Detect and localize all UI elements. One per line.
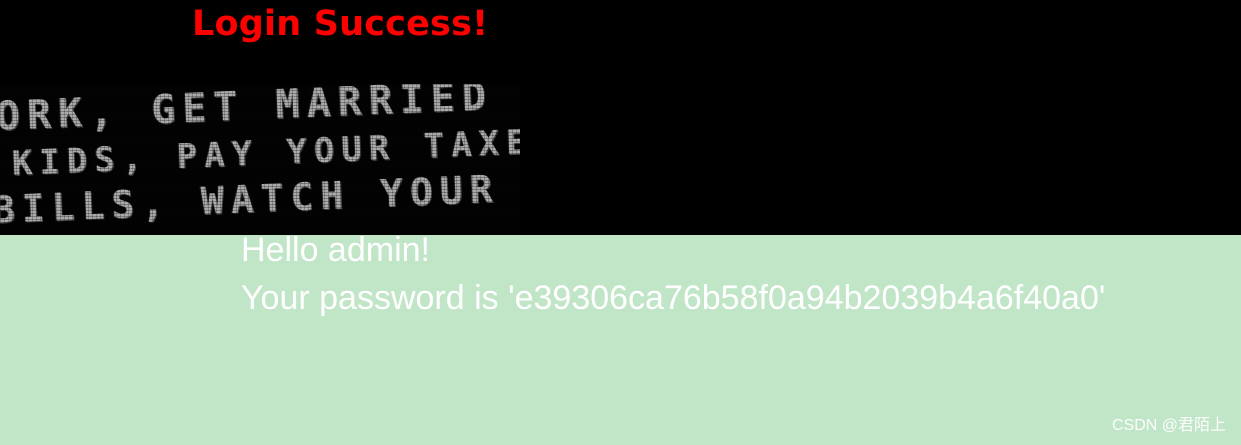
greeting-text: Hello admin! <box>241 231 430 269</box>
login-message: Hello admin! Your password is 'e39306ca7… <box>241 226 1105 322</box>
csdn-watermark: CSDN @君陌上 <box>1111 417 1226 434</box>
login-success-title: Login Success! <box>192 4 489 44</box>
background-poster-image: ORK, GET MARRIED KIDS, PAY YOUR TAXES BI… <box>0 84 520 235</box>
password-text: Your password is 'e39306ca76b58f0a94b203… <box>241 279 1106 317</box>
